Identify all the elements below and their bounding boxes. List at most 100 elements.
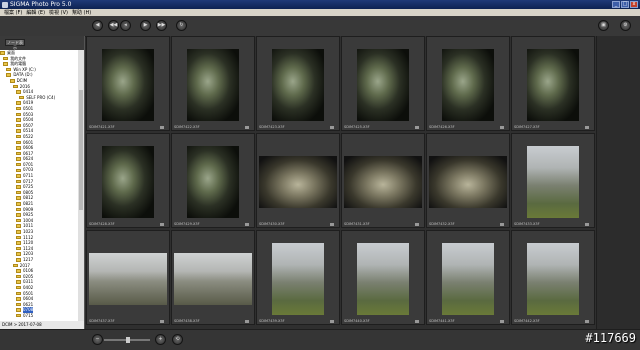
thumbnail-filename: SDIM7431.X3F (344, 222, 370, 226)
folder-icon (16, 140, 21, 145)
scrollbar-thumb[interactable] (79, 90, 83, 210)
slider-knob[interactable] (126, 337, 130, 343)
thumbnail-cell[interactable]: SDIM7421.X3F (86, 36, 170, 131)
thumbnail-cell[interactable]: SDIM7431.X3F (341, 133, 425, 228)
thumbnail-cell[interactable]: SDIM7422.X3F (171, 36, 255, 131)
thumbnail-filename: SDIM7422.X3F (174, 125, 200, 129)
thumbnail-image[interactable] (344, 156, 422, 208)
thumbnail-cell[interactable]: SDIM7430.X3F (256, 133, 340, 228)
thumbnail-image[interactable] (527, 243, 579, 315)
thumbnail-filename: SDIM7432.X3F (429, 222, 455, 226)
thumbnail-cell[interactable]: SDIM7438.X3F (171, 230, 255, 325)
folder-icon (16, 218, 21, 223)
folder-icon (16, 280, 21, 284)
menu-file[interactable]: 檔案 (F) (4, 9, 22, 16)
thumbnail-cell[interactable]: SDIM7428.X3F (86, 133, 170, 228)
folder-icon (16, 274, 21, 279)
thumbnail-cell[interactable]: SDIM7440.X3F (341, 230, 425, 325)
thumbnail-cell[interactable]: SDIM7439.X3F (256, 230, 340, 325)
refresh-icon[interactable]: ↻ (176, 20, 187, 31)
print-icon[interactable]: ▣ (598, 20, 609, 31)
thumbnail-image[interactable] (357, 243, 409, 315)
folder-icon (16, 162, 21, 167)
tree-scrollbar[interactable] (78, 50, 84, 329)
camera-icon (330, 126, 334, 129)
thumbnail-cell[interactable]: SDIM7426.X3F (426, 36, 510, 131)
folder-icon (16, 313, 21, 318)
thumbnail-filename: SDIM7430.X3F (259, 222, 285, 226)
minimize-button[interactable]: _ (612, 1, 620, 8)
thumbnail-cell[interactable]: SDIM7432.X3F (426, 133, 510, 228)
folder-icon (16, 241, 21, 245)
folder-icon (16, 285, 21, 290)
folder-icon (16, 235, 21, 240)
thumbnail-image[interactable] (89, 253, 167, 305)
maximize-button[interactable]: □ (621, 1, 629, 8)
settings-icon[interactable]: ⚙ (620, 20, 631, 31)
tree-item[interactable]: 0715 (0, 313, 78, 319)
camera-icon (415, 320, 419, 323)
thumbnail-filename: SDIM7439.X3F (259, 319, 285, 323)
sidebar-status: DCIM > 2017-07-08 (0, 321, 84, 329)
prev-icon[interactable]: ◂ (120, 20, 131, 31)
watermark: #117669 (585, 331, 636, 345)
folder-icon (16, 230, 21, 234)
thumbnail-image[interactable] (102, 146, 154, 218)
menu-view[interactable]: 檢視 (V) (49, 9, 68, 16)
folder-icon (16, 101, 21, 105)
folder-icon (16, 196, 21, 200)
play-icon[interactable]: ▶ (140, 20, 151, 31)
forward-icon[interactable]: ▶▶ (156, 20, 167, 31)
folder-icon (16, 112, 21, 117)
thumbnail-cell[interactable]: SDIM7429.X3F (171, 133, 255, 228)
thumbnail-cell[interactable]: SDIM7427.X3F (511, 36, 595, 131)
thumbnail-image[interactable] (272, 243, 324, 315)
camera-icon (585, 320, 589, 323)
camera-icon (245, 223, 249, 226)
folder-icon (12, 263, 18, 268)
sidebar-mode-button[interactable]: ノード表示 (5, 39, 25, 50)
thumbnail-image[interactable] (174, 253, 252, 305)
thumbnail-image[interactable] (429, 156, 507, 208)
thumbnail-filename: SDIM7425.X3F (344, 125, 370, 129)
rewind-icon[interactable]: ◀◀ (108, 20, 119, 31)
thumbnail-filename: SDIM7433.X3F (514, 222, 540, 226)
thumbnail-cell[interactable]: SDIM7423.X3F (256, 36, 340, 131)
thumbnail-image[interactable] (527, 146, 579, 218)
thumbnail-image[interactable] (272, 49, 324, 121)
folder-icon (16, 302, 21, 307)
thumbnail-image[interactable] (102, 49, 154, 121)
back-icon[interactable]: ◀ (92, 20, 103, 31)
thumbnail-image[interactable] (187, 49, 239, 121)
thumbnail-image[interactable] (527, 49, 579, 121)
folder-icon (16, 297, 21, 301)
rotate-icon[interactable]: ⟲ (172, 334, 183, 345)
thumbnail-image[interactable] (442, 49, 494, 121)
window-controls: _ □ x (612, 1, 638, 8)
folder-icon (3, 56, 9, 61)
camera-icon (160, 223, 164, 226)
thumbnail-cell[interactable]: SDIM7433.X3F (511, 133, 595, 228)
menu-edit[interactable]: 編輯 (E) (26, 9, 45, 16)
camera-icon (415, 223, 419, 226)
thumbnail-cell[interactable]: SDIM7425.X3F (341, 36, 425, 131)
thumbnail-cell[interactable]: SDIM7442.X3F (511, 230, 595, 325)
folder-icon (16, 146, 21, 150)
folder-icon (16, 252, 21, 256)
thumbnail-cell[interactable]: SDIM7441.X3F (426, 230, 510, 325)
menu-help[interactable]: 幫助 (H) (72, 9, 91, 16)
thumbnail-size-slider[interactable] (104, 337, 150, 343)
thumbnail-image[interactable] (187, 146, 239, 218)
thumbnail-image[interactable] (357, 49, 409, 121)
thumbnail-image[interactable] (259, 156, 337, 208)
thumbnail-image[interactable] (442, 243, 494, 315)
menu-bar: 檔案 (F) 編輯 (E) 檢視 (V) 幫助 (H) (0, 9, 640, 16)
folder-icon (16, 90, 21, 94)
camera-icon (330, 223, 334, 226)
zoom-out-icon[interactable]: − (92, 334, 103, 345)
thumbnail-cell[interactable]: SDIM7437.X3F (86, 230, 170, 325)
zoom-in-icon[interactable]: + (155, 334, 166, 345)
folder-sidebar: ノード表示 桌面 我的文件 我的電腦 Win XP (C:) DATA (D:) DCIM… (0, 36, 85, 329)
folder-icon (16, 224, 21, 228)
close-button[interactable]: x (630, 1, 638, 8)
